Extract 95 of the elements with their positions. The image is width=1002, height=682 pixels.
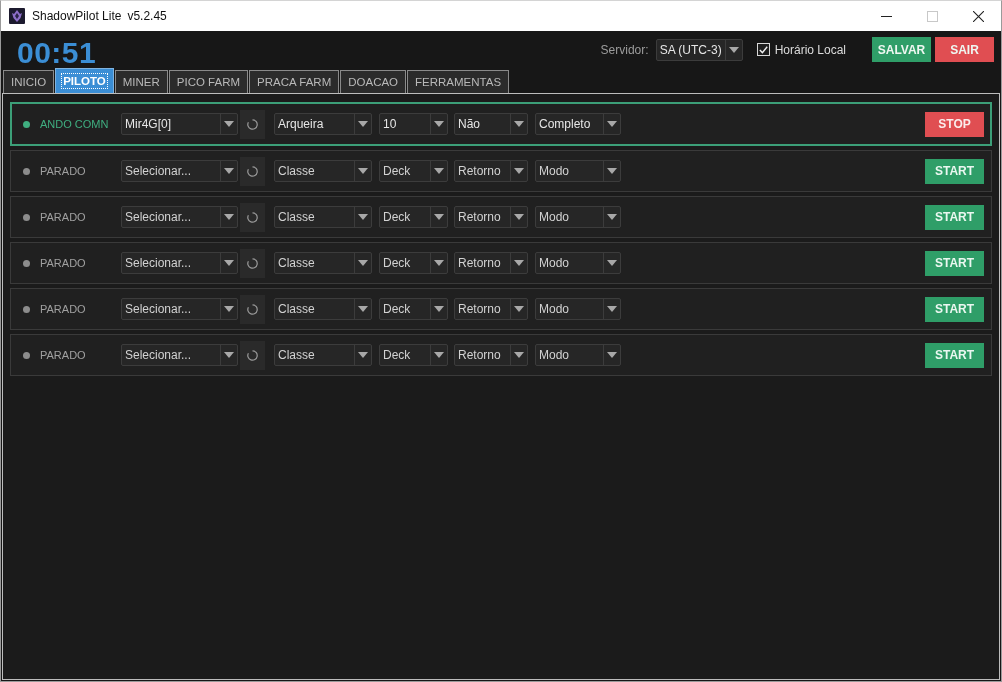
refresh-icon	[247, 349, 258, 361]
account-select[interactable]: Selecionar...	[121, 206, 238, 228]
caret-icon	[607, 168, 617, 174]
status-label: PARADO	[40, 349, 87, 361]
account-select[interactable]: Mir4G[0]	[121, 113, 238, 135]
refresh-button[interactable]	[240, 248, 265, 278]
mode-select[interactable]: Modo	[535, 252, 621, 274]
caret-icon	[358, 306, 368, 312]
refresh-button[interactable]	[240, 294, 265, 324]
deck-select[interactable]: Deck	[379, 160, 448, 182]
return-select[interactable]: Não	[454, 113, 528, 135]
server-select[interactable]: SA (UTC-3)	[655, 38, 743, 61]
caret-icon	[514, 214, 524, 220]
server-label: Servidor:	[600, 42, 649, 57]
mode-select[interactable]: Completo	[535, 113, 621, 135]
caret-icon	[358, 121, 368, 127]
caret-icon	[434, 260, 444, 266]
account-select[interactable]: Selecionar...	[121, 252, 238, 274]
caret-icon	[514, 352, 524, 358]
deck-select[interactable]: Deck	[379, 206, 448, 228]
deck-select[interactable]: Deck	[379, 298, 448, 320]
class-select[interactable]: Arqueira	[274, 113, 372, 135]
caret-icon	[358, 214, 368, 220]
status-label: PARADO	[40, 165, 87, 177]
mode-select[interactable]: Modo	[535, 298, 621, 320]
version-label: v5.2.45	[127, 9, 167, 23]
return-select[interactable]: Retorno	[454, 344, 528, 366]
countdown-timer: 00:51	[17, 37, 97, 68]
refresh-icon	[247, 165, 258, 177]
caret-icon	[224, 260, 234, 266]
caret-icon	[224, 352, 234, 358]
refresh-button[interactable]	[240, 202, 265, 232]
refresh-button[interactable]	[240, 156, 265, 186]
caret-icon	[358, 260, 368, 266]
local-time-label: Horário Local	[774, 42, 846, 57]
deck-select[interactable]: Deck	[379, 344, 448, 366]
caret-icon	[514, 306, 524, 312]
tab[interactable]: INICIO	[3, 70, 55, 93]
caret-icon	[434, 306, 444, 312]
refresh-icon	[247, 118, 258, 130]
status-label: ANDO COMN	[40, 118, 110, 130]
caret-icon	[607, 214, 617, 220]
mode-select[interactable]: Modo	[535, 344, 621, 366]
caret-icon	[224, 306, 234, 312]
caret-icon	[358, 168, 368, 174]
caret-icon	[514, 121, 524, 127]
caret-icon	[607, 352, 617, 358]
deck-select[interactable]: Deck	[379, 252, 448, 274]
deck-select[interactable]: 10	[379, 113, 448, 135]
caret-icon	[434, 168, 444, 174]
caret-icon	[224, 121, 234, 127]
app-logo-icon	[9, 8, 25, 24]
refresh-button[interactable]	[240, 109, 265, 139]
tab[interactable]: MINER	[114, 70, 168, 93]
caret-icon	[358, 352, 368, 358]
class-select[interactable]: Classe	[274, 160, 372, 182]
return-select[interactable]: Retorno	[454, 298, 528, 320]
caret-icon	[434, 214, 444, 220]
caret-icon	[514, 168, 524, 174]
account-select[interactable]: Selecionar...	[121, 298, 238, 320]
account-select[interactable]: Selecionar...	[121, 344, 238, 366]
status-label: PARADO	[40, 303, 87, 315]
class-select[interactable]: Classe	[274, 206, 372, 228]
refresh-button[interactable]	[240, 340, 265, 370]
caret-icon	[224, 214, 234, 220]
caret-icon	[607, 121, 617, 127]
return-select[interactable]: Retorno	[454, 252, 528, 274]
tab[interactable]: PICO FARM	[168, 70, 249, 93]
local-time-checkbox[interactable]	[756, 43, 770, 56]
refresh-icon	[247, 257, 258, 269]
tab[interactable]: FERRAMENTAS	[407, 70, 510, 93]
exit-button[interactable]: SAIR	[935, 37, 994, 62]
caret-icon	[434, 121, 444, 127]
refresh-icon	[247, 303, 258, 315]
class-select[interactable]: Classe	[274, 344, 372, 366]
account-select[interactable]: Selecionar...	[121, 160, 238, 182]
caret-icon	[224, 168, 234, 174]
mode-select[interactable]: Modo	[535, 160, 621, 182]
window-title: ShadowPilot Lite	[32, 9, 122, 23]
return-select[interactable]: Retorno	[454, 206, 528, 228]
return-select[interactable]: Retorno	[454, 160, 528, 182]
caret-icon	[434, 352, 444, 358]
caret-icon	[514, 260, 524, 266]
mode-select[interactable]: Modo	[535, 206, 621, 228]
tab[interactable]: PRACA FARM	[249, 70, 340, 93]
refresh-icon	[247, 211, 258, 223]
check-icon	[758, 45, 768, 54]
class-select[interactable]: Classe	[274, 252, 372, 274]
status-label: PARADO	[40, 211, 87, 223]
caret-icon	[728, 46, 739, 53]
caret-icon	[607, 260, 617, 266]
caret-icon	[607, 306, 617, 312]
status-label: PARADO	[40, 257, 87, 269]
tab[interactable]: DOACAO	[340, 70, 407, 93]
class-select[interactable]: Classe	[274, 298, 372, 320]
